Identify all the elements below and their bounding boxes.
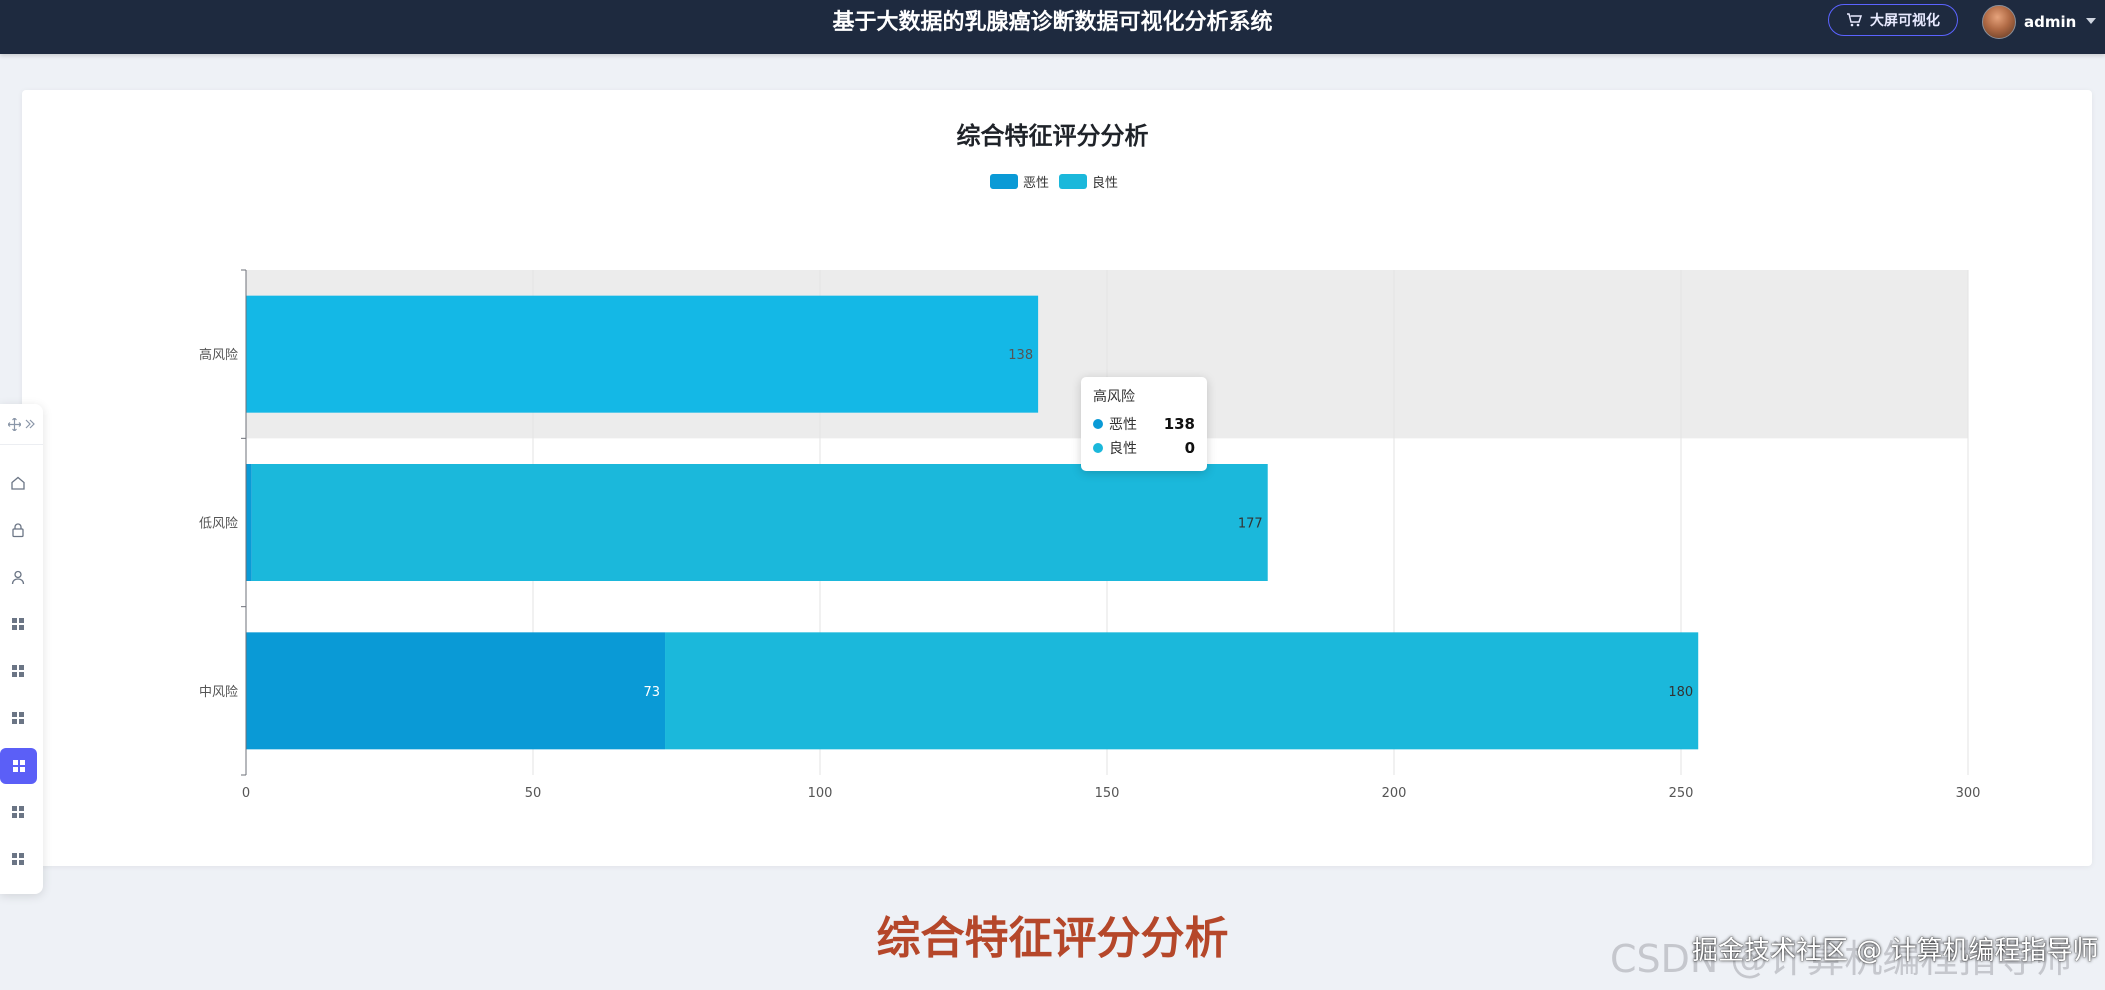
home-icon — [11, 476, 25, 490]
grid-icon — [12, 618, 24, 630]
tooltip-value-malignant: 138 — [1163, 415, 1195, 433]
legend-item-malignant[interactable]: 恶性 — [990, 172, 1049, 191]
sidebar-item-user[interactable] — [1, 560, 35, 594]
floating-sidebar — [0, 404, 43, 894]
x-tick-label: 100 — [808, 786, 833, 801]
sidebar-item-lock[interactable] — [1, 513, 35, 547]
x-tick-label: 250 — [1669, 786, 1694, 801]
lock-icon — [12, 523, 24, 538]
bar-malignant[interactable] — [246, 295, 1039, 413]
data-label: 177 — [1238, 517, 1263, 532]
move-icon[interactable] — [8, 417, 21, 431]
sidebar-item-home[interactable] — [1, 466, 35, 500]
data-label: 73 — [643, 685, 660, 700]
category-label: 高风险 — [199, 347, 238, 363]
legend-item-benign[interactable]: 良性 — [1059, 172, 1118, 191]
x-tick-label: 200 — [1382, 786, 1407, 801]
chart-legend: 恶性 良性 — [990, 172, 1118, 191]
tooltip-name-benign: 良性 — [1109, 441, 1137, 457]
tooltip-row-benign: 良性 0 — [1093, 436, 1195, 460]
bar-benign[interactable] — [665, 632, 1699, 750]
grid-icon — [12, 760, 25, 772]
big-screen-button[interactable]: 大屏可视化 — [1828, 4, 1958, 36]
sidebar-header — [0, 404, 43, 445]
top-bar: 基于大数据的乳腺癌诊断数据可视化分析系统 大屏可视化 admin — [0, 0, 2105, 54]
grid-icon — [12, 665, 24, 677]
tooltip-row-malignant: 恶性 138 — [1093, 412, 1195, 436]
legend-label-malignant: 恶性 — [1023, 176, 1050, 191]
legend-swatch-malignant — [990, 174, 1018, 189]
legend-label-benign: 良性 — [1092, 176, 1119, 191]
bar-malignant[interactable] — [246, 632, 666, 750]
data-label: 180 — [1668, 685, 1693, 700]
tooltip-title: 高风险 — [1093, 389, 1135, 405]
bar-malignant[interactable] — [246, 464, 252, 581]
x-tick-label: 0 — [242, 786, 250, 801]
sidebar-item-grid-5[interactable] — [1, 795, 35, 829]
bar-benign[interactable] — [251, 464, 1268, 581]
big-screen-label: 大屏可视化 — [1870, 13, 1940, 29]
chart-title: 综合特征评分分析 — [956, 122, 1149, 150]
tooltip-dot-malignant — [1093, 419, 1103, 429]
tooltip-name-malignant: 恶性 — [1109, 417, 1137, 433]
sidebar-item-grid-3[interactable] — [1, 701, 35, 735]
category-label: 中风险 — [199, 685, 238, 700]
category-label: 低风险 — [199, 517, 238, 532]
tooltip-dot-benign — [1093, 443, 1103, 453]
x-tick-label: 50 — [525, 786, 542, 801]
monitor-cart-icon — [1847, 13, 1862, 27]
user-icon — [11, 570, 25, 585]
data-label: 138 — [1008, 348, 1033, 363]
caret-down-icon[interactable] — [2086, 18, 2096, 24]
grid-icon — [12, 712, 24, 724]
user-name[interactable]: admin — [2024, 0, 2076, 44]
expand-icon[interactable] — [25, 419, 35, 429]
app-title: 基于大数据的乳腺癌诊断数据可视化分析系统 — [832, 10, 1273, 35]
avatar[interactable] — [1982, 5, 2016, 39]
legend-swatch-benign — [1059, 174, 1088, 189]
sidebar-item-grid-2[interactable] — [1, 654, 35, 688]
sidebar-item-grid-active[interactable] — [0, 748, 37, 784]
grid-icon — [12, 806, 24, 818]
watermark: 掘金技术社区 @ 计算机编程指导师 — [1692, 936, 2099, 966]
x-tick-label: 300 — [1956, 786, 1981, 801]
sidebar-item-grid-1[interactable] — [1, 607, 35, 641]
x-tick-label: 150 — [1095, 786, 1120, 801]
sidebar-item-grid-6[interactable] — [1, 842, 35, 876]
tooltip-value-benign: 0 — [1184, 439, 1195, 457]
grid-icon — [12, 853, 24, 865]
chart-tooltip: 高风险 恶性 138 良性 0 — [1081, 377, 1207, 471]
